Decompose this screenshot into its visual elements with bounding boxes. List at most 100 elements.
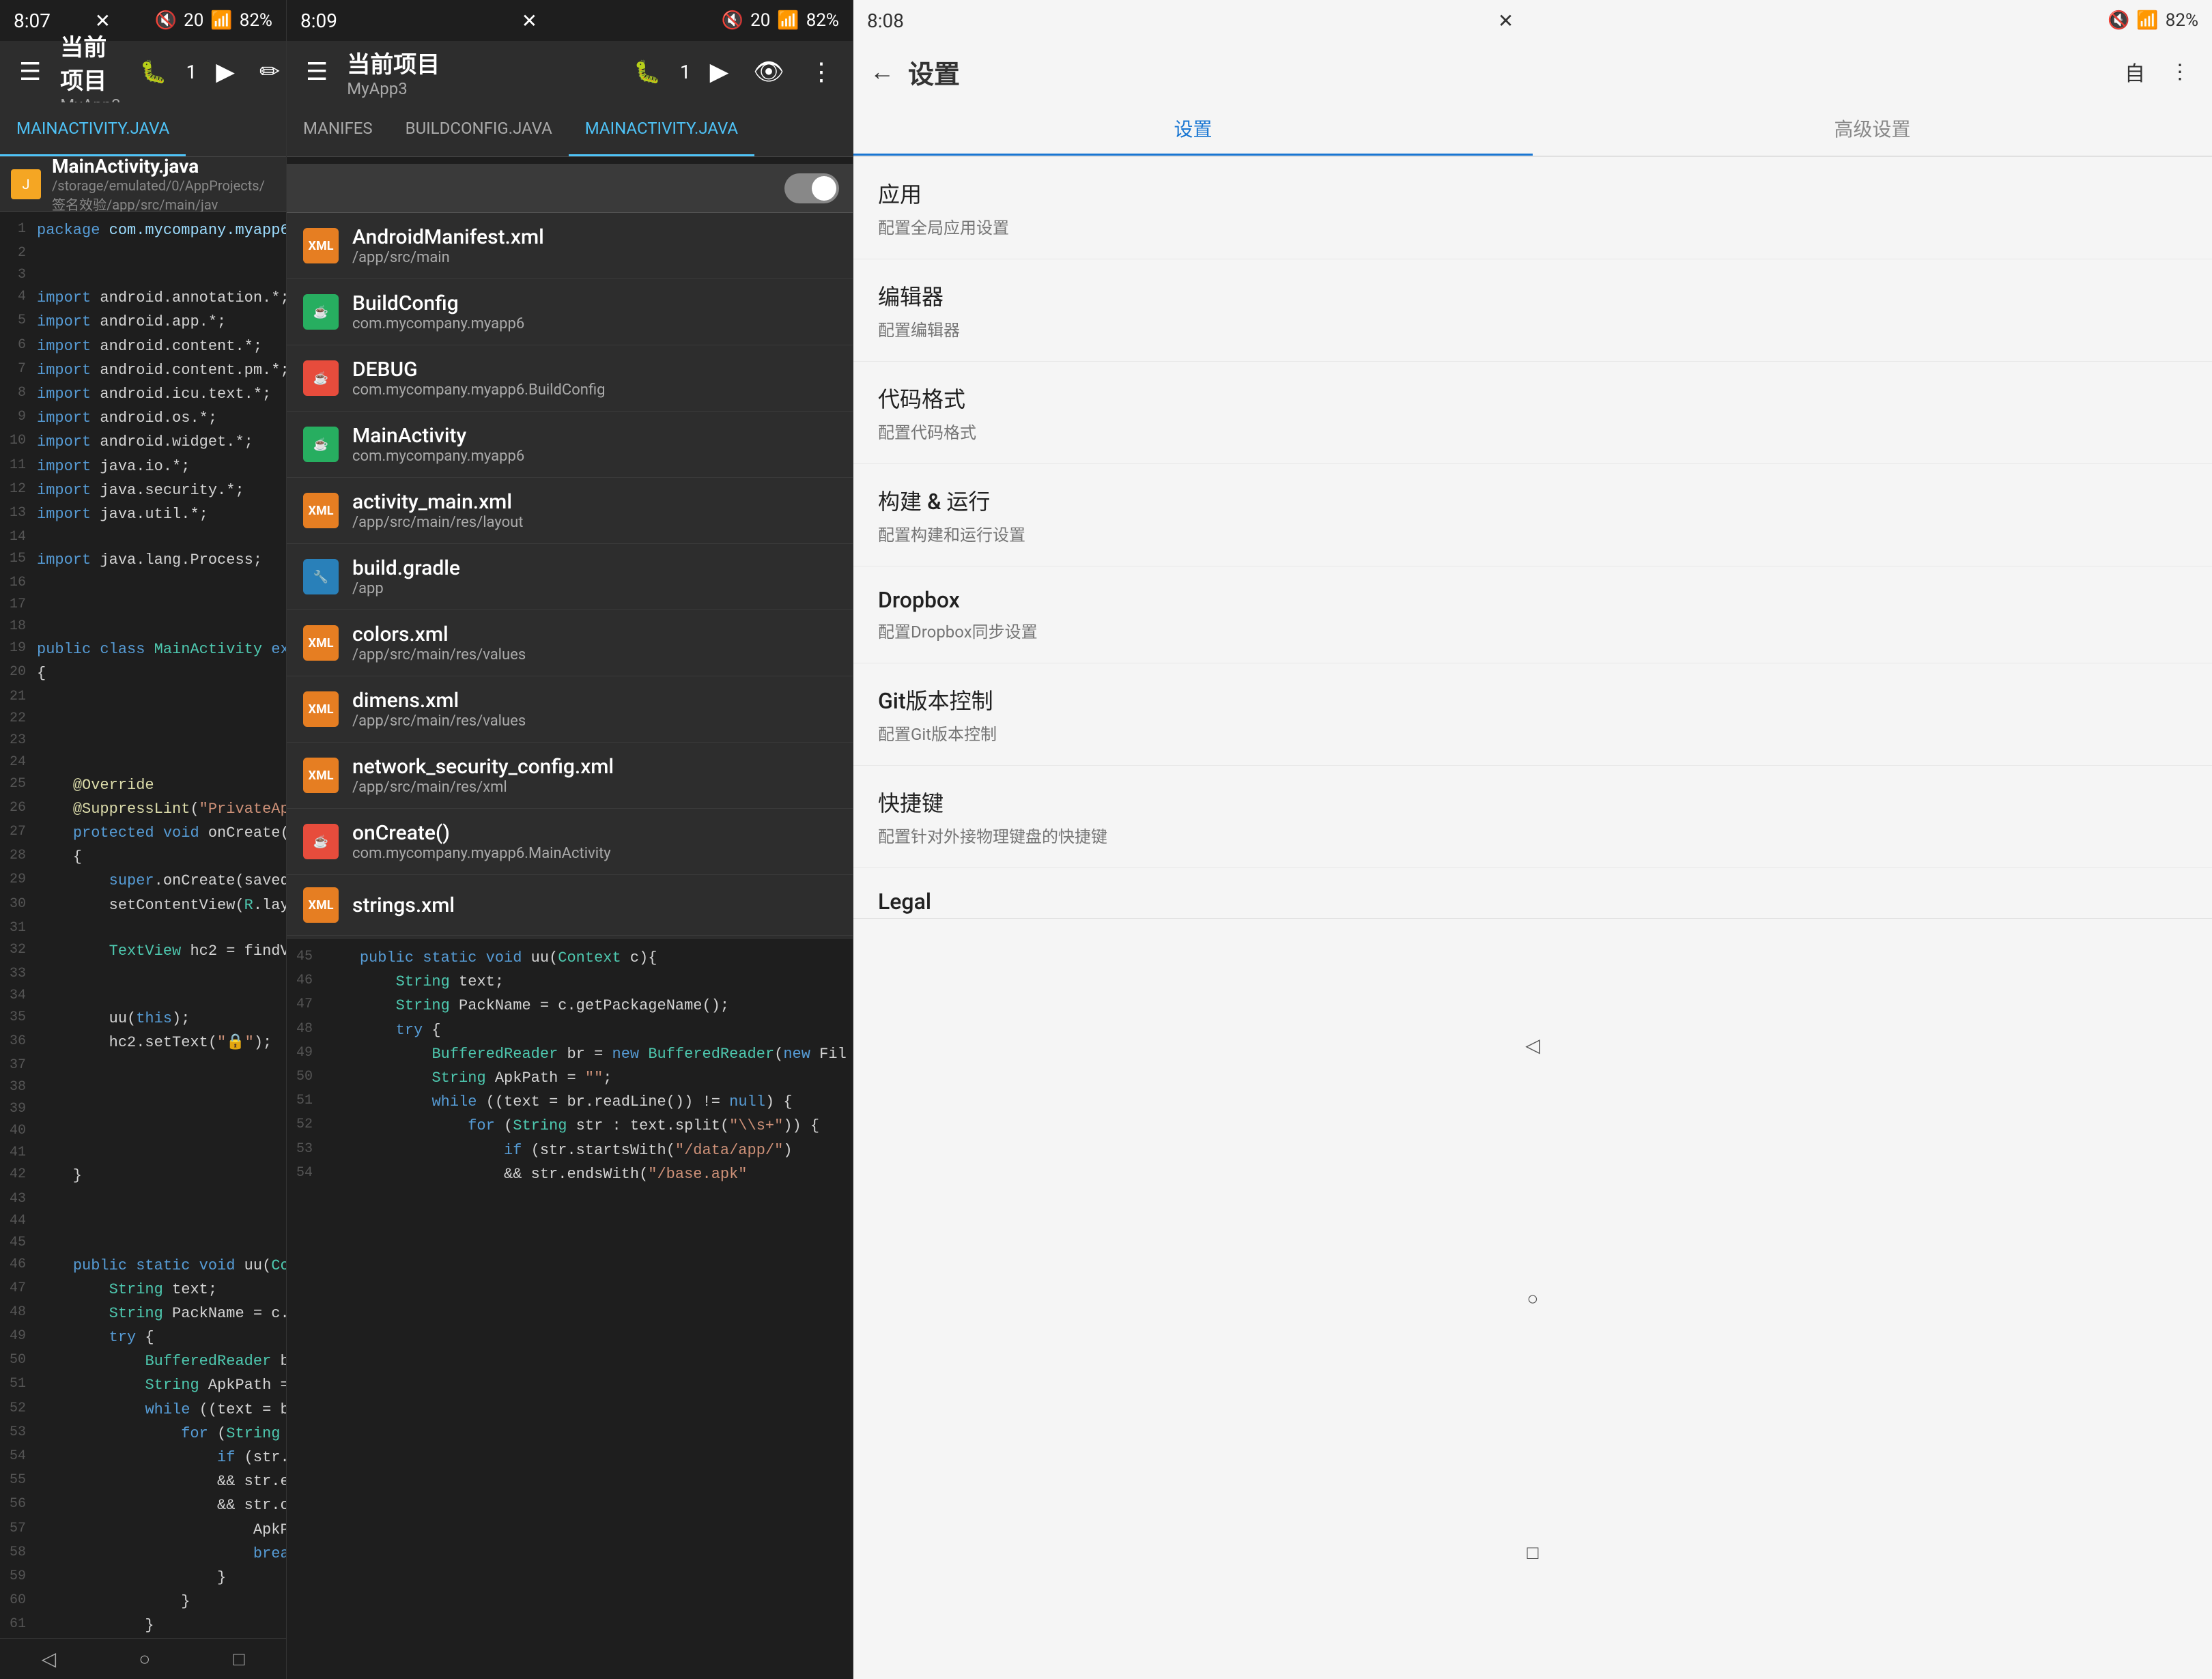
settings-item-desc: 配置编辑器 xyxy=(878,317,2187,341)
file-list-item[interactable]: ☕ MainActivity com.mycompany.myapp6 xyxy=(287,412,853,478)
code-line: 46 public static void uu(Context c){ xyxy=(0,1254,286,1278)
panel3-tabs: 设置 高级设置 xyxy=(853,102,2212,157)
settings-item-git[interactable]: Git版本控制 配置Git版本控制 xyxy=(853,663,2212,766)
file-list-name: build.gradle xyxy=(352,556,836,580)
panel1-run-icon[interactable]: ▶ xyxy=(210,52,240,91)
file-list-item[interactable]: ☕ DEBUG com.mycompany.myapp6.BuildConfig xyxy=(287,345,853,412)
code-line: 16 xyxy=(0,572,286,594)
file-list-item[interactable]: ☕ onCreate() com.mycompany.myapp6.MainAc… xyxy=(287,809,853,875)
code-line: 51 String ApkPath = ""; xyxy=(0,1373,286,1397)
panel2-run-icon[interactable]: ▶ xyxy=(705,52,735,91)
code-line: 35 uu(this); xyxy=(0,1007,286,1031)
file-list-path: com.mycompany.myapp6 xyxy=(352,315,836,332)
panel3-title: 设置 xyxy=(908,53,2105,91)
file-icon-xml: XML xyxy=(303,228,339,263)
panel1-nav-back[interactable]: ◁ xyxy=(21,1642,77,1676)
code-line: 12import java.security.*; xyxy=(0,478,286,502)
panel1-nav-recents[interactable]: □ xyxy=(212,1642,265,1676)
settings-item-build-run[interactable]: 构建 & 运行 配置构建和运行设置 xyxy=(853,464,2212,566)
panel2-eye-icon[interactable]: 👁 xyxy=(748,52,790,91)
settings-item-dropbox[interactable]: Dropbox 配置Dropbox同步设置 xyxy=(853,566,2212,663)
panel3-nav-recents[interactable]: □ xyxy=(1507,1536,1559,1569)
panel2-menu-icon[interactable]: ☰ xyxy=(300,52,333,91)
panel1-bug-count: 1 xyxy=(186,61,197,83)
file-list-item[interactable]: XML colors.xml /app/src/main/res/values xyxy=(287,610,853,676)
panel2-bug-icon[interactable]: 🐛 xyxy=(628,53,666,90)
file-list-item[interactable]: XML AndroidManifest.xml /app/src/main xyxy=(287,213,853,279)
panel1-file-path: /storage/emulated/0/AppProjects/签名效验/app… xyxy=(52,177,275,214)
code-line: 2 xyxy=(0,242,286,264)
code-line: 61 } xyxy=(0,1613,286,1637)
panel2-tab-buildconfig[interactable]: BUILDCONFIG.JAVA xyxy=(389,102,569,156)
code-line: 11import java.io.*; xyxy=(0,455,286,478)
file-list-item[interactable]: 🔧 build.gradle /app xyxy=(287,544,853,610)
panel1-status-icons: 🔇 20 📶 82% xyxy=(155,10,272,31)
file-list-text: strings.xml xyxy=(352,893,836,917)
code-line: 8import android.icu.text.*; xyxy=(0,382,286,406)
panel1-bug-icon[interactable]: 🐛 xyxy=(134,53,173,90)
code-line: 43 xyxy=(0,1188,286,1210)
settings-item-legal[interactable]: Legal Show legal information. xyxy=(853,868,2212,918)
panel1-tab-mainactivity[interactable]: MAINACTIVITY.JAVA xyxy=(0,102,186,156)
code-line: 50 String ApkPath = ""; xyxy=(287,1066,853,1090)
settings-item-app[interactable]: 应用 配置全局应用设置 xyxy=(853,157,2212,259)
panel1-nav-home[interactable]: ○ xyxy=(118,1642,171,1676)
panel3-nav-home[interactable]: ○ xyxy=(1507,1282,1559,1315)
panel2-toggle[interactable] xyxy=(784,173,839,203)
panel3-tab-settings[interactable]: 设置 xyxy=(853,102,1533,156)
panel2-tab-mainactivity[interactable]: MAINACTIVITY.JAVA xyxy=(569,102,754,156)
panel1-project-name: 当前项目 xyxy=(60,29,120,96)
panel3-auto-icon[interactable]: 自 xyxy=(2119,51,2151,92)
settings-item-editor[interactable]: 编辑器 配置编辑器 xyxy=(853,259,2212,362)
file-list-name: network_security_config.xml xyxy=(352,755,836,779)
panel1-file-name: MainActivity.java xyxy=(52,155,275,177)
panel1-edit-icon[interactable]: ✏ xyxy=(254,52,285,91)
panel2-status-icons: 🔇 20 📶 82% xyxy=(722,10,839,31)
panel2-code-below-overlay[interactable]: 45 public static void uu(Context c){ 46 … xyxy=(287,939,853,1679)
settings-item-title: 应用 xyxy=(878,177,2187,209)
code-line: 15import java.lang.Process; xyxy=(0,548,286,572)
code-line: 40 xyxy=(0,1120,286,1142)
panel2-status-close[interactable]: ✕ xyxy=(522,10,537,32)
file-list-item[interactable]: XML activity_main.xml /app/src/main/res/… xyxy=(287,478,853,544)
panel2-tab-manifest[interactable]: MANIFES xyxy=(287,102,389,156)
panel3-toolbar: ← 设置 自 ⋮ xyxy=(853,41,2212,102)
code-line: 44 xyxy=(0,1210,286,1232)
file-list-path: com.mycompany.myapp6 xyxy=(352,448,836,465)
settings-item-desc: 配置针对外接物理键盘的快捷键 xyxy=(878,823,2187,847)
panel2-toolbar: ☰ 当前项目 MyApp3 🐛 1 ▶ 👁 ⋮ xyxy=(287,41,853,102)
panel2-more-icon[interactable]: ⋮ xyxy=(804,52,839,91)
file-list-item[interactable]: XML dimens.xml /app/src/main/res/values xyxy=(287,676,853,743)
file-icon-java-red: ☕ xyxy=(303,824,339,859)
file-list-path: com.mycompany.myapp6.BuildConfig xyxy=(352,382,836,399)
code-line: 23 xyxy=(0,730,286,751)
panel1-code-area[interactable]: 1package com.mycompany.myapp6; 2 3 4impo… xyxy=(0,212,286,1638)
code-line: 17 xyxy=(0,594,286,616)
panel3-back-button[interactable]: ← xyxy=(870,57,894,86)
code-line: 45 xyxy=(0,1232,286,1254)
panel3-nav-back[interactable]: ◁ xyxy=(1505,1029,1561,1062)
panel3-tab-advanced[interactable]: 高级设置 xyxy=(1533,102,2212,156)
panel1-file-info-text: MainActivity.java /storage/emulated/0/Ap… xyxy=(52,155,275,214)
panel3-status-close[interactable]: ✕ xyxy=(1498,10,1514,32)
code-line: 6import android.content.*; xyxy=(0,334,286,358)
settings-item-shortcuts[interactable]: 快捷键 配置针对外接物理键盘的快捷键 xyxy=(853,766,2212,868)
code-line: 45 public static void uu(Context c){ xyxy=(287,946,853,970)
code-line: 39 xyxy=(0,1098,286,1120)
code-line: 22 xyxy=(0,708,286,730)
file-list-item[interactable]: ☕ BuildConfig com.mycompany.myapp6 xyxy=(287,279,853,345)
settings-item-desc: 配置代码格式 xyxy=(878,419,2187,443)
code-line: 33 xyxy=(0,963,286,985)
file-list-item[interactable]: XML strings.xml xyxy=(287,875,853,936)
panel3-settings-list: 应用 配置全局应用设置 编辑器 配置编辑器 代码格式 配置代码格式 构建 & 运… xyxy=(853,157,2212,918)
code-line: 57 ApkPath = str; xyxy=(0,1518,286,1542)
file-icon-java-red: ☕ xyxy=(303,360,339,396)
settings-item-code-format[interactable]: 代码格式 配置代码格式 xyxy=(853,362,2212,464)
code-line: 55 && str.endsWith("/base.apk") xyxy=(0,1469,286,1493)
panel1-menu-icon[interactable]: ☰ xyxy=(14,52,46,91)
panel3-more-icon[interactable]: ⋮ xyxy=(2164,55,2196,89)
file-list-text: build.gradle /app xyxy=(352,556,836,597)
file-list-path: /app/src/main/res/values xyxy=(352,646,836,663)
file-list-item[interactable]: XML network_security_config.xml /app/src… xyxy=(287,743,853,809)
file-list-text: AndroidManifest.xml /app/src/main xyxy=(352,225,836,266)
